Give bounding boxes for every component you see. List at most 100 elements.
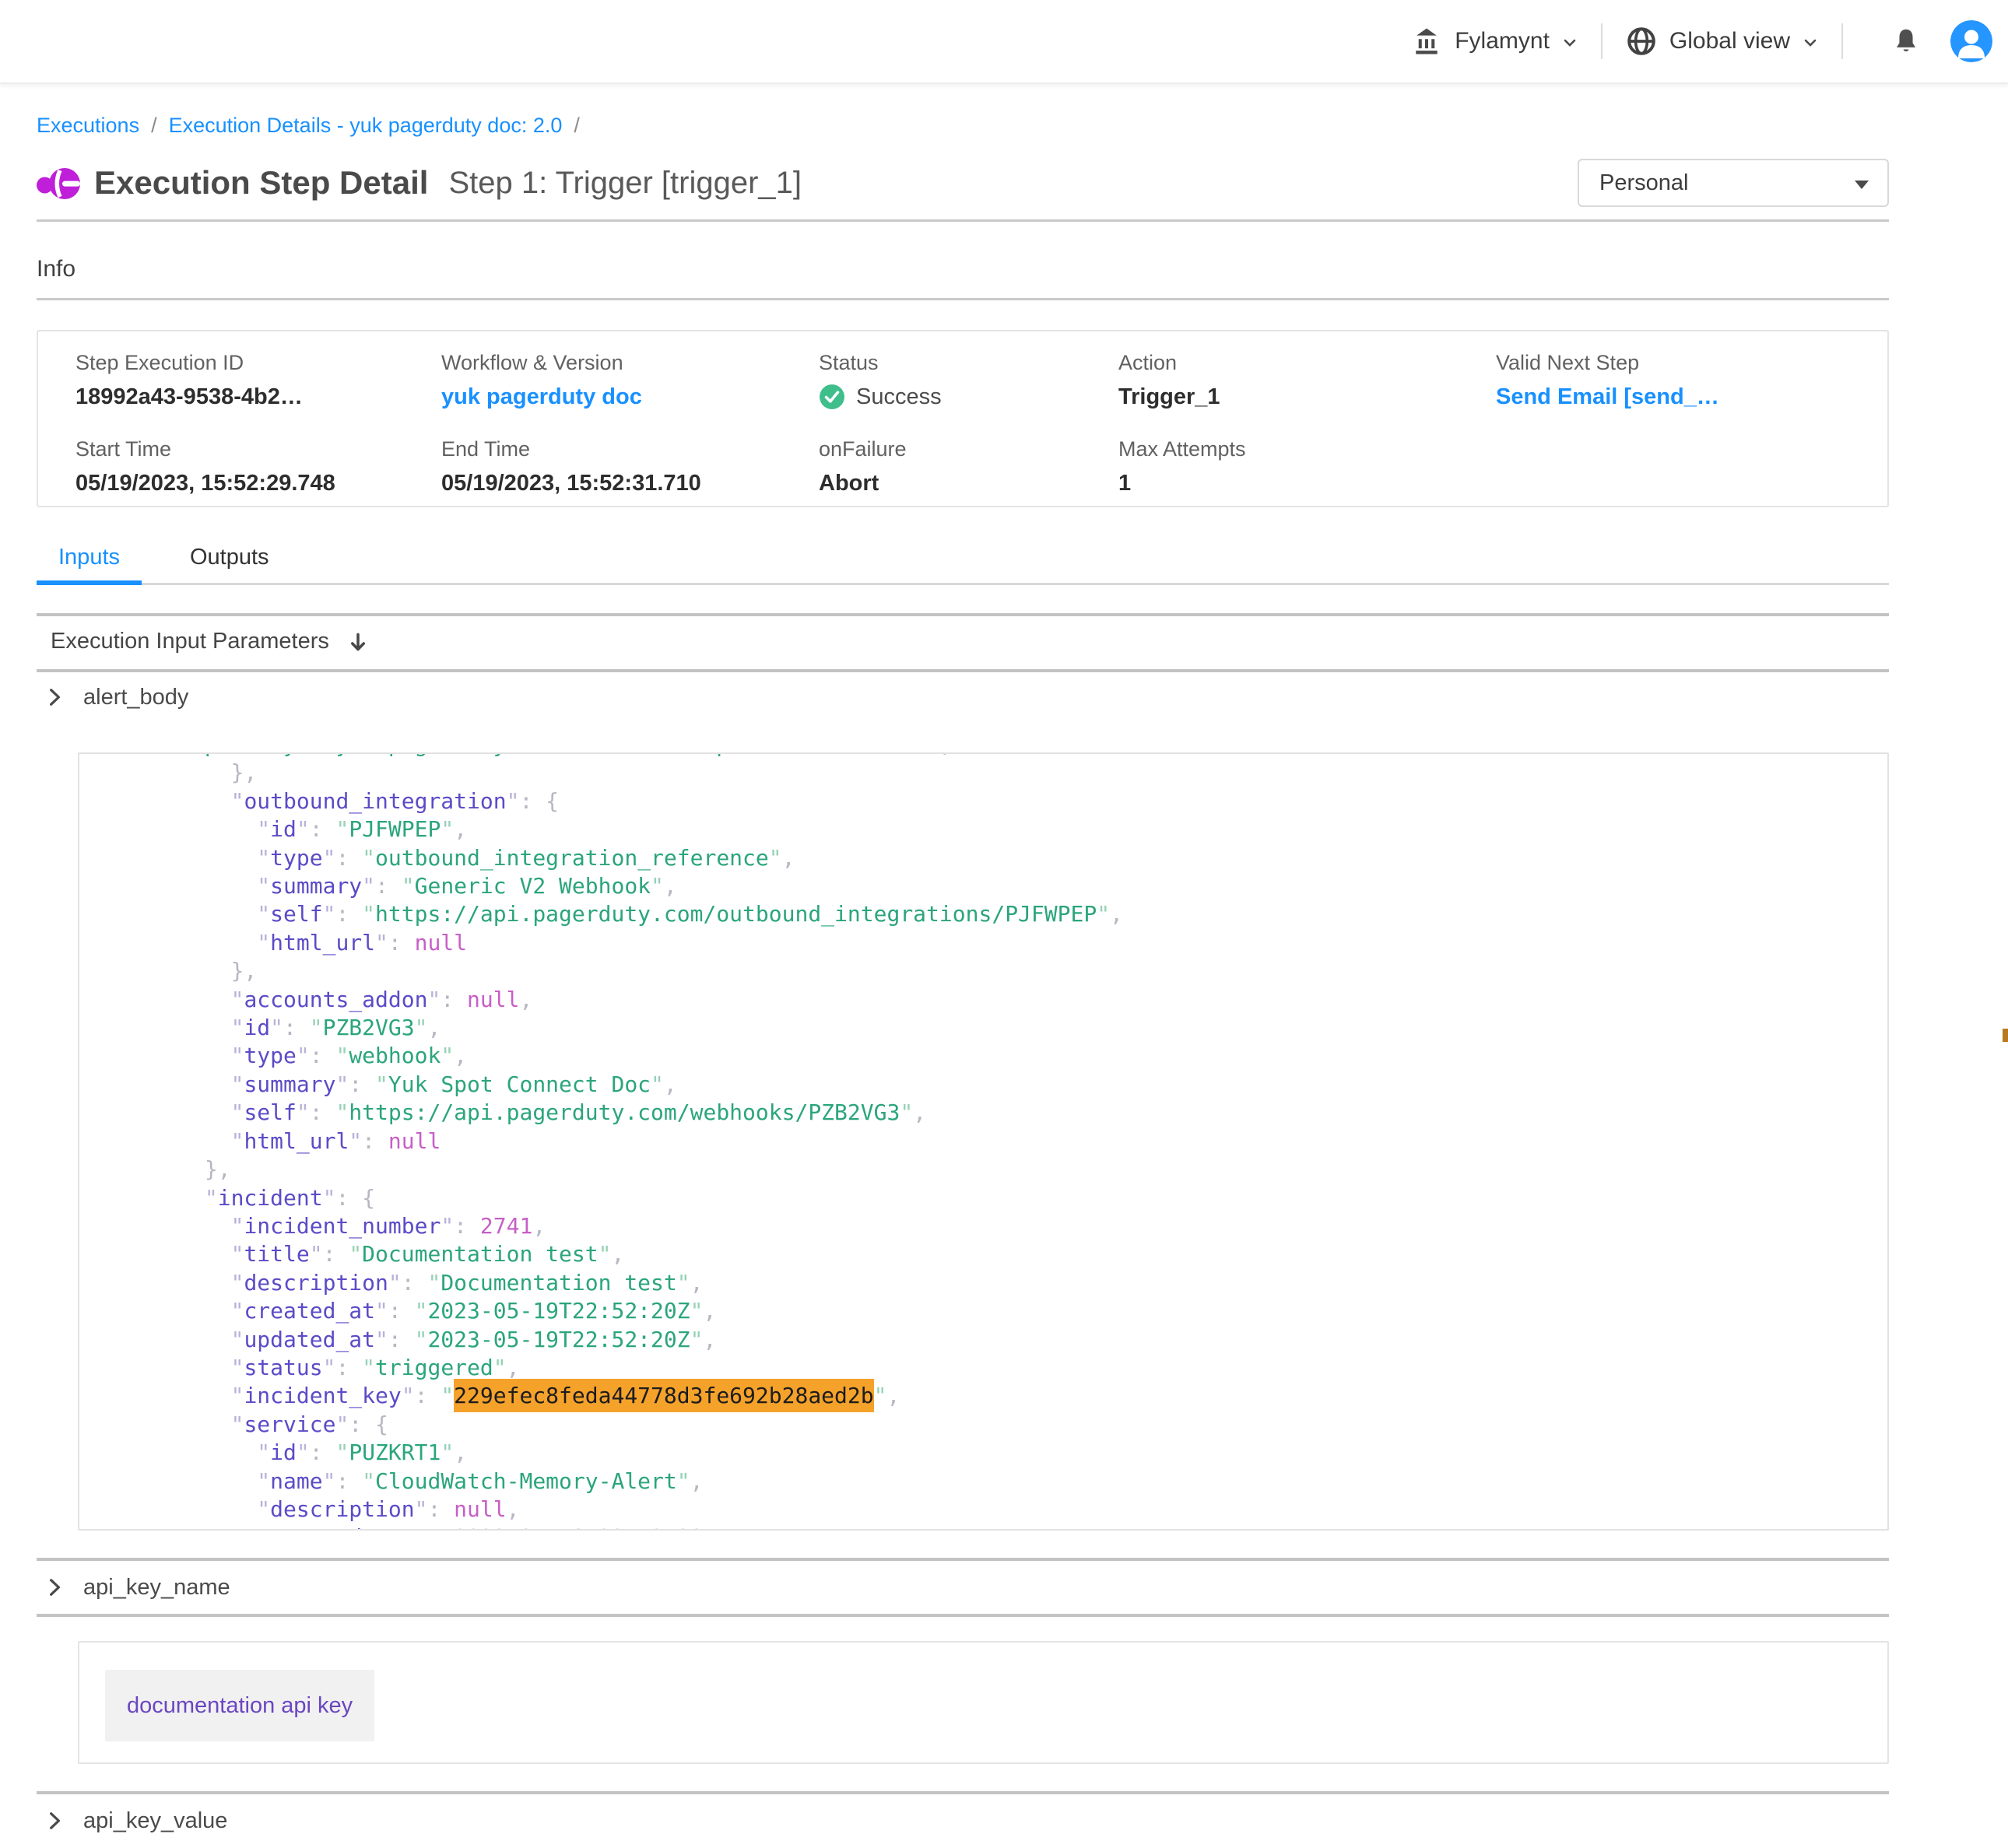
breadcrumb-link[interactable]: Executions [37, 114, 139, 137]
globe-icon [1624, 24, 1659, 58]
expander-label: api_key_value [83, 1808, 227, 1834]
page-subtitle: Step 1: Trigger [trigger_1] [448, 166, 802, 201]
chevron-right-icon [44, 1811, 65, 1831]
caret-down-icon [1855, 181, 1869, 189]
code-line: "description": null, [100, 1496, 1887, 1524]
field-value: 1 [1118, 470, 1496, 496]
code-line: "https://fylamynt.pagerduty.com/escalati… [100, 752, 1887, 759]
info-field: Status Success [819, 352, 1118, 410]
code-line: }, [100, 759, 1887, 787]
json-code-viewer[interactable]: "https://fylamynt.pagerduty.com/escalati… [78, 752, 1889, 1531]
info-field: Step Execution ID18992a43-9538-4b2… [75, 352, 441, 410]
status-text: Success [856, 384, 942, 410]
divider [37, 613, 1889, 616]
code-line: "incident": { [100, 1184, 1887, 1212]
expander-label: alert_body [83, 685, 188, 710]
field-value: Trigger_1 [1118, 384, 1496, 410]
page-title: Execution Step Detail [94, 164, 428, 202]
topbar-divider [1841, 23, 1843, 59]
code-line: "created_at": "2023-05-19T22:52:20Z", [100, 1524, 1887, 1531]
user-avatar[interactable] [1950, 20, 1992, 62]
code-line: "summary": "Generic V2 Webhook", [100, 872, 1887, 900]
fylamynt-logo-icon [37, 162, 80, 205]
field-value-link[interactable]: yuk pagerduty doc [441, 384, 819, 410]
divider [37, 298, 1889, 300]
code-line: "incident_key": "229efec8feda44778d3fe69… [100, 1382, 1887, 1410]
code-line: "status": "triggered", [100, 1354, 1887, 1382]
scope-select[interactable]: Personal [1578, 159, 1889, 207]
code-line: }, [100, 1155, 1887, 1183]
page-header: Execution Step Detail Step 1: Trigger [t… [37, 157, 1889, 209]
tab-outputs[interactable]: Outputs [168, 544, 291, 583]
field-value-link[interactable]: Send Email [send_… [1496, 384, 1887, 410]
view-selector[interactable]: Global view [1624, 24, 1820, 58]
field-label: Status [819, 352, 1118, 373]
code-line: "html_url": null [100, 929, 1887, 957]
field-label: Valid Next Step [1496, 352, 1887, 373]
chevron-down-icon [1560, 33, 1579, 52]
tab-inputs[interactable]: Inputs [37, 544, 142, 583]
field-label: Action [1118, 352, 1496, 373]
expander-api-key-value[interactable]: api_key_value [37, 1794, 1889, 1847]
breadcrumb-link[interactable]: Execution Details - yuk pagerduty doc: 2… [169, 114, 563, 137]
chevron-right-icon [44, 1577, 65, 1597]
info-field: Max Attempts 1 [1118, 438, 1496, 496]
field-label: Workflow & Version [441, 352, 819, 373]
code-line: "outbound_integration": { [100, 787, 1887, 815]
info-heading: Info [37, 254, 1889, 284]
topbar-divider [1601, 23, 1603, 59]
breadcrumb-separator: / [574, 114, 580, 137]
breadcrumb-separator: / [151, 114, 157, 137]
code-line: "self": "https://api.pagerduty.com/outbo… [100, 900, 1887, 928]
info-row: Start Time 05/19/2023, 15:52:29.748End Ti… [75, 438, 1887, 496]
code-line: "title": "Documentation test", [100, 1240, 1887, 1268]
execution-input-parameters-header[interactable]: Execution Input Parameters [51, 624, 1889, 658]
tabbar: Inputs Outputs [37, 544, 1889, 585]
field-label: Start Time [75, 438, 441, 460]
expander-label: api_key_name [83, 1575, 230, 1601]
info-card: Step Execution ID18992a43-9538-4b2…Workf… [37, 330, 1889, 507]
api-key-name-card: documentation api key [78, 1641, 1889, 1764]
code-line: "accounts_addon": null, [100, 986, 1887, 1014]
code-line: "incident_number": 2741, [100, 1212, 1887, 1240]
info-row: Step Execution ID18992a43-9538-4b2…Workf… [75, 352, 1887, 410]
highlighted-match: 229efec8feda44778d3fe692b28aed2b [454, 1379, 873, 1412]
search-match-scroll-marker [2003, 1029, 2008, 1042]
field-value: 05/19/2023, 15:52:31.710 [441, 470, 819, 496]
info-field: Start Time 05/19/2023, 15:52:29.748 [75, 438, 441, 496]
code-line: "updated_at": "2023-05-19T22:52:20Z", [100, 1326, 1887, 1354]
field-value: Abort [819, 470, 1118, 496]
field-label: Max Attempts [1118, 438, 1496, 460]
code-line: "html_url": null [100, 1127, 1887, 1155]
chevron-down-icon [1801, 33, 1820, 52]
code-line: "id": "PZB2VG3", [100, 1014, 1887, 1042]
info-field: End Time05/19/2023, 15:52:31.710 [441, 438, 819, 496]
org-selector[interactable]: Fylamynt [1409, 24, 1579, 58]
chevron-right-icon [44, 687, 65, 707]
info-field: Action Trigger_1 [1118, 352, 1496, 410]
code-line: "service": { [100, 1411, 1887, 1439]
info-field: Valid Next Step Send Email [send_… [1496, 352, 1887, 410]
org-name: Fylamynt [1455, 28, 1550, 54]
success-check-icon [819, 384, 845, 410]
code-line: "summary": "Yuk Spot Connect Doc", [100, 1071, 1887, 1099]
json-code-content: "https://fylamynt.pagerduty.com/escalati… [79, 752, 1887, 1531]
expander-api-key-name[interactable]: api_key_name [37, 1561, 1889, 1614]
code-line: "name": "CloudWatch-Memory-Alert", [100, 1468, 1887, 1496]
breadcrumb: Executions / Execution Details - yuk pager… [37, 112, 1889, 139]
execution-input-parameters-title: Execution Input Parameters [51, 629, 329, 654]
field-value: Success [819, 384, 1118, 410]
notifications-bell-icon[interactable] [1891, 26, 1921, 57]
code-line: }, [100, 957, 1887, 985]
code-line: "description": "Documentation test", [100, 1269, 1887, 1297]
code-line: "created_at": "2023-05-19T22:52:20Z", [100, 1297, 1887, 1325]
scope-select-value: Personal [1599, 170, 1688, 196]
field-value: 05/19/2023, 15:52:29.748 [75, 470, 441, 496]
topbar: Fylamynt Global view [0, 0, 2008, 84]
code-line: "id": "PUZKRT1", [100, 1439, 1887, 1467]
expander-alert-body[interactable]: alert_body [37, 672, 1889, 722]
field-label: onFailure [819, 438, 1118, 460]
divider [37, 1614, 1889, 1617]
divider [37, 219, 1889, 222]
code-line: "id": "PJFWPEP", [100, 815, 1887, 843]
